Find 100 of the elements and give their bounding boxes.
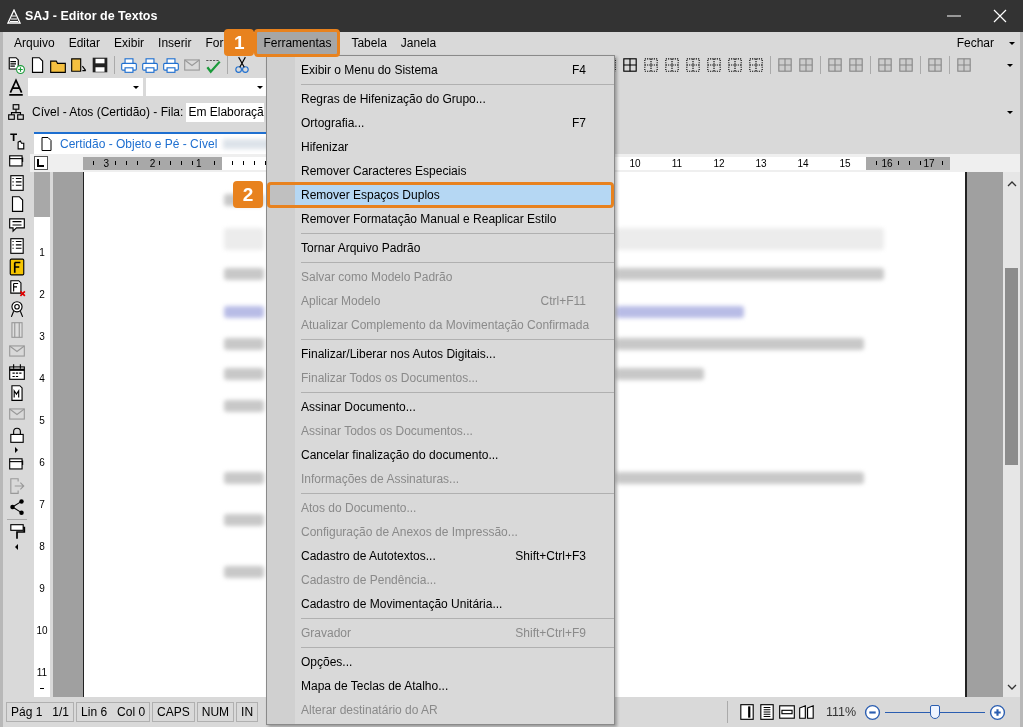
menu-entry-label: Aplicar Modelo [301, 294, 381, 308]
menu-entry[interactable]: Cancelar finalização do documento... [267, 443, 614, 467]
line-number: Lin 6 [81, 705, 108, 719]
caret-icon[interactable] [1006, 62, 1014, 68]
print-layout-icon[interactable] [737, 703, 756, 721]
border-grid-icon[interactable] [642, 56, 660, 74]
menu-item[interactable]: Tabela [351, 33, 387, 53]
menu-item[interactable]: Inserir [158, 33, 192, 53]
menu-entry-label: Alterar destinatário do AR [301, 703, 438, 717]
menu-entry-label: Remover Formatação Manual e Reaplicar Estilo [301, 212, 557, 226]
scissors-icon[interactable] [233, 56, 251, 74]
menu-entry[interactable]: Opções... [267, 650, 614, 674]
text-cursor-icon[interactable] [7, 132, 26, 150]
menu-entry[interactable]: Exibir o Menu do Sistema F4 [267, 58, 614, 82]
menu-entry-label: Cancelar finalização do documento... [301, 448, 499, 462]
comment-icon[interactable] [7, 216, 26, 234]
menu-entry[interactable]: Remover Caracteres Especiais [267, 159, 614, 183]
ruler-number: 2 [39, 259, 45, 301]
paint-roller-icon[interactable] [7, 523, 26, 541]
printer-icon[interactable] [120, 56, 138, 74]
menu-entry-label: Remover Espaços Duplos [301, 188, 440, 202]
menu-entry-label: Configuração de Anexos de Impressão... [301, 525, 518, 539]
padlock-icon[interactable] [7, 426, 26, 444]
page-count: 1/1 [52, 705, 70, 719]
menu-entry-label: Atos do Documento... [301, 501, 417, 515]
menu-entry[interactable]: Cadastro de Movimentação Unitária... [267, 592, 614, 616]
folder-arrow-icon[interactable] [70, 56, 88, 74]
menu-entry[interactable]: Ortografia... F7 [267, 111, 614, 135]
font-style-icon[interactable] [7, 78, 25, 96]
menu-entry[interactable]: Regras de Hifenização do Grupo... [267, 87, 614, 111]
two-pages-icon[interactable] [797, 703, 816, 721]
menu-entry-label: Mapa de Teclas de Atalho... [301, 679, 449, 693]
flowchart-icon[interactable] [7, 103, 25, 121]
menu-entry[interactable]: Tornar Arquivo Padrão [267, 236, 614, 260]
zoom-in-icon[interactable] [989, 703, 1006, 721]
ruler-number: 9 [39, 553, 45, 595]
shortcut-label: Ctrl+F11 [540, 294, 586, 308]
menu-item[interactable]: Arquivo [14, 33, 55, 53]
menu-entry-label: Opções... [301, 655, 353, 669]
menu-entry-label: Regras de Hifenização do Grupo... [301, 92, 486, 106]
ruler-number: 17 [921, 157, 937, 169]
menu-entry[interactable]: Finalizar/Liberar nos Autos Digitais... [267, 342, 614, 366]
tab-stop-icon[interactable] [34, 156, 48, 170]
window-title: SAJ - Editor de Textos [25, 9, 158, 23]
border-grid-icon[interactable] [684, 56, 702, 74]
border-grid-icon[interactable] [726, 56, 744, 74]
page-icon [38, 136, 54, 152]
menu-item[interactable]: For [205, 33, 224, 53]
callout-badge: 1 [224, 29, 255, 56]
zoom-slider-thumb[interactable] [930, 705, 940, 719]
num-indicator: NUM [196, 702, 235, 722]
printer-icon[interactable] [162, 56, 180, 74]
share-icon[interactable] [7, 498, 26, 516]
document-delete-icon[interactable] [7, 279, 26, 297]
printer-icon[interactable] [141, 56, 159, 74]
menu-entry-label: Remover Caracteres Especiais [301, 164, 467, 178]
caret-icon[interactable] [14, 544, 19, 550]
page-lines-icon[interactable] [757, 703, 776, 721]
ruler-number: 16 [879, 157, 895, 169]
zoom-percentage: 111% [825, 705, 856, 719]
scroll-down-icon[interactable] [1006, 683, 1017, 691]
page-list-icon[interactable] [7, 174, 26, 192]
document-plus-icon[interactable] [7, 56, 25, 74]
blurred-text-placeholder [224, 514, 264, 526]
blurred-text-placeholder [224, 566, 264, 578]
callout-badge: 2 [233, 181, 263, 208]
ruler-shaded-margin [34, 172, 50, 217]
menu-item[interactable]: Janela [400, 33, 437, 53]
scroll-thumb[interactable] [1005, 268, 1018, 465]
menu-entry[interactable]: Remover Formatação Manual e Reaplicar Estilo [267, 207, 614, 231]
vertical-scrollbar[interactable] [1003, 172, 1020, 697]
web-layout-icon[interactable] [777, 703, 796, 721]
queue-field[interactable]: Em Elaboraçã [186, 102, 265, 122]
border-grid-icon[interactable] [705, 56, 723, 74]
border-grid-icon[interactable] [747, 56, 765, 74]
menu-entry-label: Finalizar/Liberar nos Autos Digitais... [301, 347, 496, 361]
column-number: Col 0 [117, 705, 146, 719]
f-document-icon[interactable] [7, 258, 26, 276]
menu-entry[interactable]: Mapa de Teclas de Atalho... [267, 674, 614, 698]
border-grid-icon[interactable] [663, 56, 681, 74]
menu-entry-label: Ortografia... [301, 116, 365, 130]
scroll-up-icon[interactable] [1006, 180, 1017, 188]
close-icon [993, 9, 1007, 23]
menu-item[interactable]: Ferramentas [257, 32, 338, 54]
close-document-link[interactable]: Fechar [956, 33, 994, 53]
menu-item[interactable]: Editar [68, 33, 101, 53]
ruler-number: 3 [101, 157, 111, 169]
caret-icon[interactable] [1006, 109, 1014, 115]
border-grid-icon[interactable] [621, 56, 639, 74]
zoom-out-icon[interactable] [864, 703, 881, 721]
ruler-number: 3 [39, 301, 45, 343]
menu-entry[interactable]: Assinar Documento... [267, 395, 614, 419]
calendar-icon[interactable] [7, 363, 26, 381]
checklist-icon[interactable] [7, 237, 26, 255]
caret-icon[interactable] [1008, 40, 1016, 46]
menu-entry[interactable]: Cadastro de Autotextos... Shift+Ctrl+F3 [267, 544, 614, 568]
ruler-number: 2 [147, 157, 158, 169]
caret-icon [132, 84, 140, 90]
menu-item[interactable]: Exibir [114, 33, 145, 53]
caret-icon[interactable] [14, 447, 19, 453]
